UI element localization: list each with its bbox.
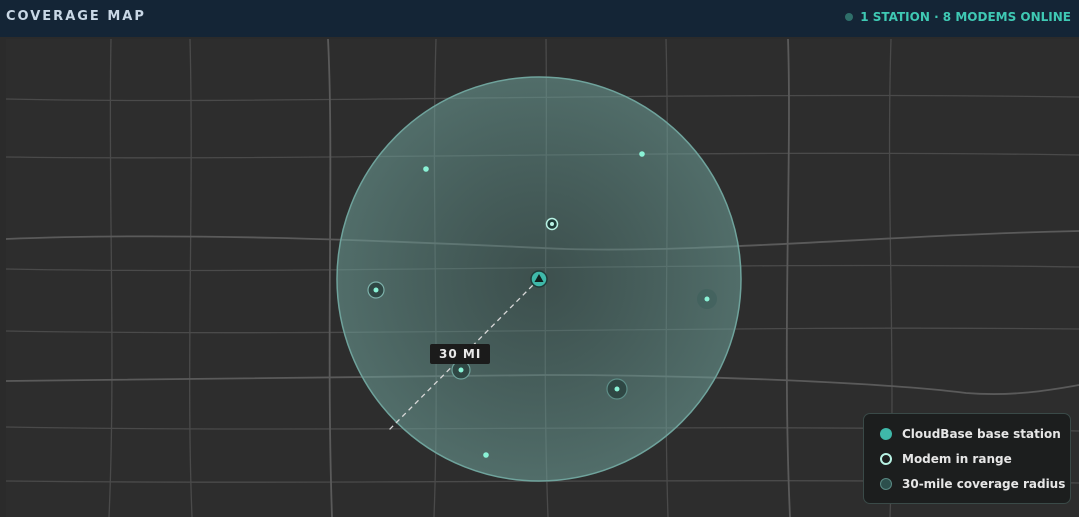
legend-item-modem: Modem in range — [880, 452, 1012, 466]
legend-label: Modem in range — [902, 452, 1012, 466]
status-text: 1 STATION · 8 MODEMS ONLINE — [860, 10, 1071, 24]
legend-item-base-station: CloudBase base station — [880, 427, 1061, 441]
modem-marker[interactable] — [545, 217, 559, 231]
modem-marker[interactable] — [483, 452, 489, 458]
shaded-circle-icon — [880, 478, 892, 490]
modem-marker[interactable] — [367, 281, 385, 299]
map-legend: CloudBase base station Modem in range 30… — [863, 413, 1071, 504]
page-title: COVERAGE MAP — [6, 9, 146, 24]
modem-marker[interactable] — [697, 289, 717, 309]
status-dot-icon — [845, 13, 854, 21]
ring-circle-icon — [880, 453, 892, 465]
filled-circle-icon — [880, 428, 892, 440]
header-bar: COVERAGE MAP 1 STATION · 8 MODEMS ONLINE — [0, 0, 1079, 37]
legend-label: 30-mile coverage radius — [902, 477, 1066, 491]
radius-distance-label: 30 MI — [430, 344, 491, 364]
legend-item-coverage: 30-mile coverage radius — [880, 477, 1065, 491]
modem-marker[interactable] — [639, 151, 645, 157]
status-indicator: 1 STATION · 8 MODEMS ONLINE — [845, 10, 1071, 24]
modem-marker[interactable] — [606, 378, 628, 400]
base-station-marker[interactable] — [530, 270, 548, 288]
coverage-map[interactable]: 30 MI CloudBase base station Modem in ra… — [6, 39, 1079, 517]
legend-label: CloudBase base station — [902, 427, 1061, 441]
modem-marker[interactable] — [423, 166, 429, 172]
